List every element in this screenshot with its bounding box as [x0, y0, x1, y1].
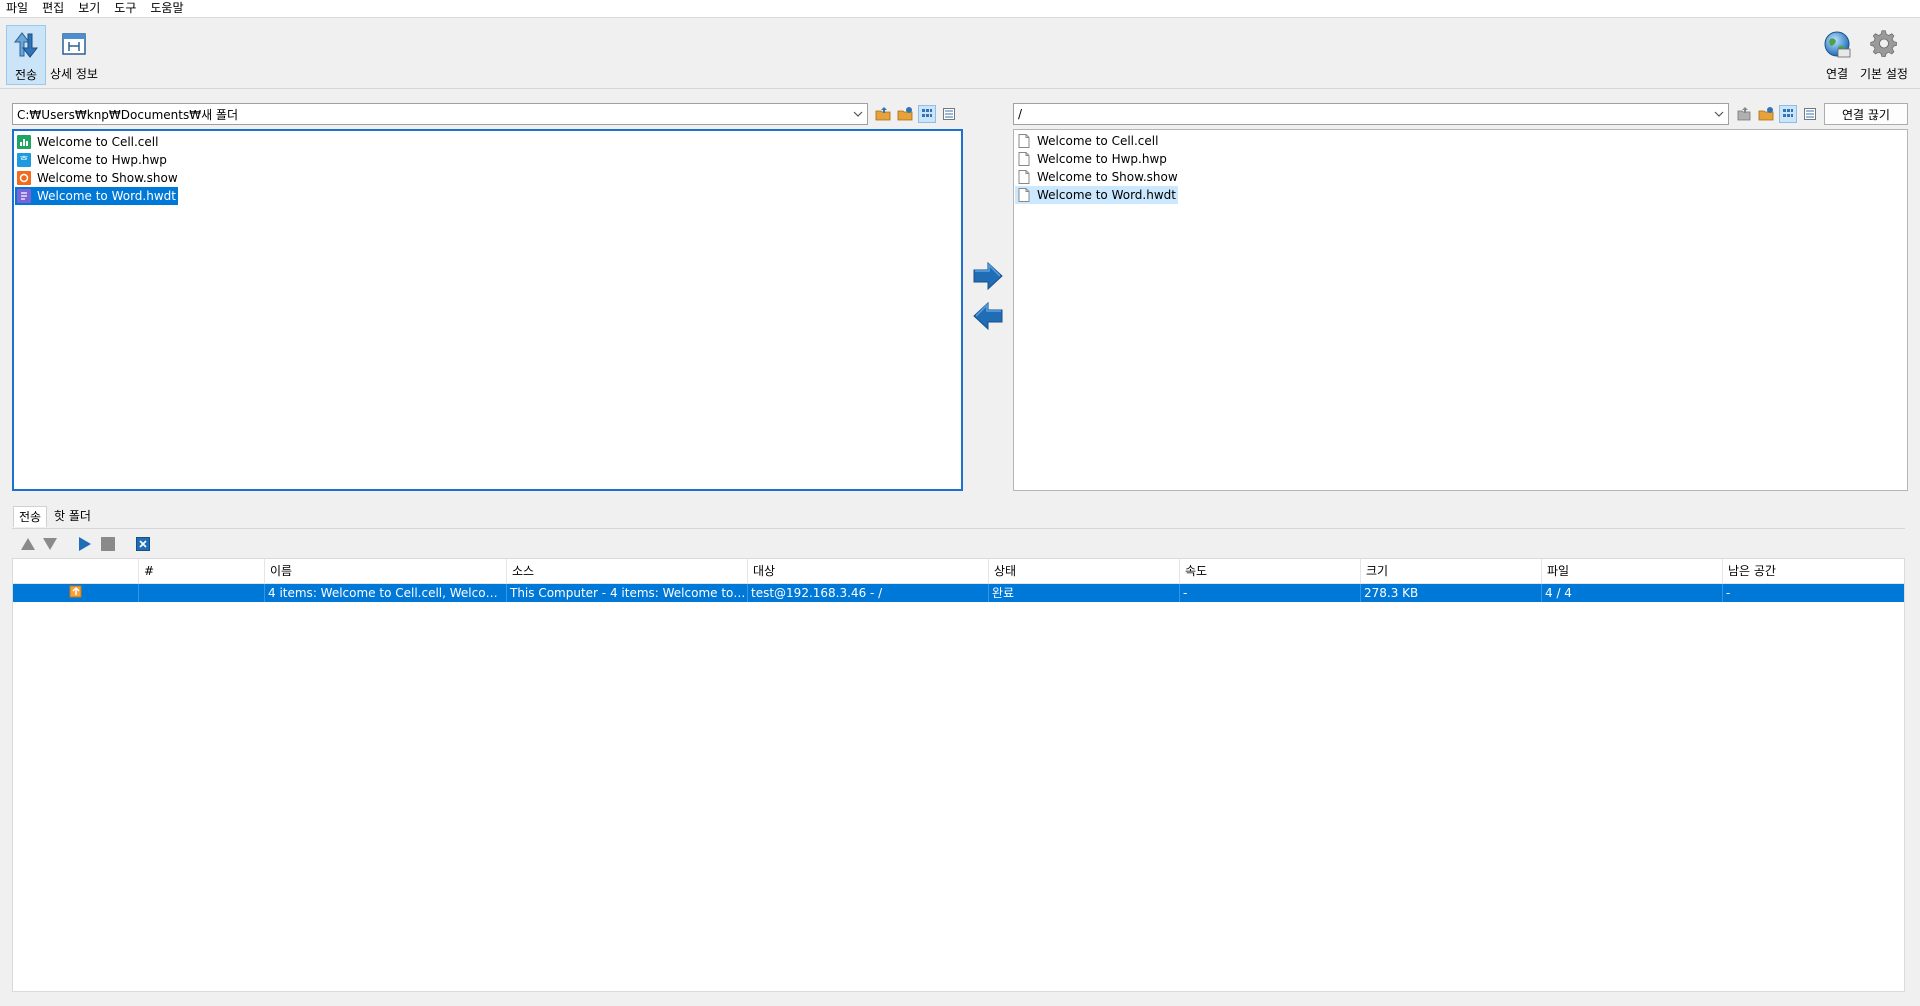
- connect-button-label: 연결: [1825, 67, 1849, 81]
- remote-path-text: /: [1018, 107, 1023, 121]
- parent-folder-icon[interactable]: [874, 105, 892, 123]
- window-details-icon: [57, 27, 91, 61]
- list-view-icon[interactable]: [1801, 105, 1819, 123]
- remote-file-item[interactable]: Welcome to Hwp.hwp: [1015, 150, 1169, 168]
- column-header-number[interactable]: #: [139, 559, 265, 583]
- remote-file-name: Welcome to Hwp.hwp: [1037, 152, 1167, 166]
- row-destination: test@192.168.3.46 - /: [748, 584, 989, 602]
- column-header-remaining[interactable]: 남은 공간: [1723, 559, 1904, 583]
- row-name: 4 items: Welcome to Cell.cell, Welcome..…: [265, 584, 507, 602]
- local-file-item[interactable]: ᄒ Welcome to Hwp.hwp: [15, 151, 169, 169]
- table-row[interactable]: 4 items: Welcome to Cell.cell, Welcome..…: [13, 584, 1904, 602]
- local-file-list[interactable]: Welcome to Cell.cell ᄒ Welcome to Hwp.hw…: [12, 129, 963, 491]
- upload-complete-icon: [69, 584, 83, 602]
- stop-icon[interactable]: [101, 537, 115, 554]
- connect-button[interactable]: 연결: [1820, 25, 1854, 83]
- preferences-button-label: 기본 설정: [1860, 67, 1908, 81]
- parent-folder-icon[interactable]: [1735, 105, 1753, 123]
- remote-file-name: Welcome to Cell.cell: [1037, 134, 1159, 148]
- chevron-down-icon[interactable]: [1710, 111, 1728, 117]
- local-file-item-selected[interactable]: Welcome to Word.hwdt: [15, 187, 178, 205]
- remote-pane-tools: [1735, 105, 1819, 123]
- local-pane-tools: [874, 105, 958, 123]
- word-file-icon: [17, 189, 31, 203]
- generic-file-icon: [1017, 188, 1031, 202]
- toolbar: 전송 상세 정보 연결 기본 설정: [0, 19, 1920, 89]
- icon-view-icon[interactable]: [918, 105, 936, 123]
- menu-view[interactable]: 보기: [71, 0, 107, 17]
- column-header-icon[interactable]: [13, 559, 139, 583]
- column-header-destination[interactable]: 대상: [748, 559, 989, 583]
- transfer-arrows-icon: [9, 28, 43, 62]
- gear-icon: [1867, 27, 1901, 61]
- menu-file[interactable]: 파일: [0, 0, 35, 17]
- transfer-queue-table[interactable]: # 이름 소스 대상 상태 속도 크기 파일 남은 공간 4 items: We…: [12, 558, 1905, 992]
- new-folder-icon[interactable]: [896, 105, 914, 123]
- local-path-combo[interactable]: C:₩Users₩knp₩Documents₩새 폴더: [12, 103, 868, 125]
- show-file-icon: [17, 171, 31, 185]
- menu-help[interactable]: 도움말: [143, 0, 190, 17]
- generic-file-icon: [1017, 152, 1031, 166]
- row-files: 4 / 4: [1542, 584, 1723, 602]
- remote-file-list[interactable]: Welcome to Cell.cell Welcome to Hwp.hwp …: [1013, 129, 1908, 491]
- move-up-icon[interactable]: [20, 537, 36, 554]
- local-file-name: Welcome to Word.hwdt: [37, 189, 176, 203]
- local-file-name: Welcome to Hwp.hwp: [37, 153, 167, 167]
- remote-file-name: Welcome to Show.show: [1037, 170, 1178, 184]
- upload-arrow-button[interactable]: [972, 261, 1004, 293]
- local-path-text: C:₩Users₩knp₩Documents₩새 폴더: [17, 107, 239, 122]
- list-view-icon[interactable]: [940, 105, 958, 123]
- new-folder-icon[interactable]: [1757, 105, 1775, 123]
- column-header-speed[interactable]: 속도: [1180, 559, 1361, 583]
- row-status: 완료: [989, 584, 1180, 602]
- column-header-name[interactable]: 이름: [265, 559, 507, 583]
- row-speed: -: [1180, 584, 1361, 602]
- svg-text:ᄒ: ᄒ: [19, 155, 28, 167]
- disconnect-button[interactable]: 연결 끊기: [1824, 103, 1908, 125]
- details-button-label: 상세 정보: [50, 67, 98, 81]
- remote-file-item[interactable]: Welcome to Show.show: [1015, 168, 1180, 186]
- icon-view-icon[interactable]: [1779, 105, 1797, 123]
- hwp-file-icon: ᄒ: [17, 153, 31, 167]
- download-arrow-button[interactable]: [972, 301, 1004, 333]
- column-header-files[interactable]: 파일: [1542, 559, 1723, 583]
- arrow-right-icon: [972, 261, 1004, 293]
- cell-file-icon: [17, 135, 31, 149]
- chevron-down-icon[interactable]: [849, 111, 867, 117]
- generic-file-icon: [1017, 134, 1031, 148]
- upload-status-cell: [13, 584, 139, 602]
- remote-file-item[interactable]: Welcome to Cell.cell: [1015, 132, 1160, 150]
- remove-icon[interactable]: [136, 537, 150, 554]
- generic-file-icon: [1017, 170, 1031, 184]
- preferences-button[interactable]: 기본 설정: [1856, 25, 1912, 83]
- row-remaining: -: [1726, 586, 1731, 600]
- row-number: [139, 584, 265, 602]
- column-header-size[interactable]: 크기: [1361, 559, 1542, 583]
- column-header-source[interactable]: 소스: [507, 559, 748, 583]
- tab-hot-folder[interactable]: 핫 폴더: [49, 506, 96, 526]
- menu-tools[interactable]: 도구: [107, 0, 143, 17]
- local-file-item[interactable]: Welcome to Cell.cell: [15, 133, 160, 151]
- play-icon[interactable]: [78, 536, 92, 555]
- row-size: 278.3 KB: [1361, 584, 1542, 602]
- remote-file-item-selected[interactable]: Welcome to Word.hwdt: [1015, 186, 1178, 204]
- table-header: # 이름 소스 대상 상태 속도 크기 파일 남은 공간: [13, 559, 1904, 584]
- globe-icon: [1820, 27, 1854, 61]
- transfer-button-label: 전송: [14, 68, 38, 82]
- transfer-queue-toolbar: [12, 528, 1905, 558]
- tab-transfer[interactable]: 전송: [13, 506, 48, 527]
- local-file-item[interactable]: Welcome to Show.show: [15, 169, 180, 187]
- transfer-button[interactable]: 전송: [6, 25, 46, 85]
- menu-bar: 파일 편집 보기 도구 도움말: [0, 0, 1920, 18]
- remote-path-combo[interactable]: /: [1013, 103, 1729, 125]
- move-down-icon[interactable]: [42, 537, 58, 554]
- local-file-name: Welcome to Show.show: [37, 171, 178, 185]
- local-file-name: Welcome to Cell.cell: [37, 135, 159, 149]
- arrow-left-icon: [972, 301, 1004, 333]
- remote-file-name: Welcome to Word.hwdt: [1037, 188, 1176, 202]
- details-button[interactable]: 상세 정보: [46, 25, 102, 83]
- menu-edit[interactable]: 편집: [35, 0, 71, 17]
- row-source: This Computer - 4 items: Welcome to C...: [507, 584, 748, 602]
- column-header-status[interactable]: 상태: [989, 559, 1180, 583]
